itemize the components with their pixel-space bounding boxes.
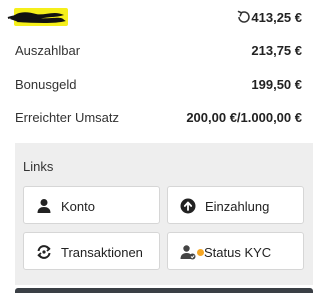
refresh-icon[interactable] — [236, 9, 252, 25]
arrow-up-circle-icon — [180, 198, 196, 214]
transaktionen-button-label: Transaktionen — [61, 245, 143, 260]
transactions-cycle-icon — [37, 245, 51, 259]
links-title: Links — [23, 159, 54, 174]
header: 413,25 € — [0, 0, 317, 36]
links-panel: Links Konto Einzahlung Transaktionen Sta… — [15, 143, 313, 285]
balance-row-bonus: Bonusgeld 199,50 € — [15, 77, 302, 95]
konto-button[interactable]: Konto — [23, 186, 160, 224]
row-value: 199,50 € — [251, 77, 302, 92]
bottom-action-bar[interactable] — [15, 288, 313, 293]
row-value: 200,00 €/1.000,00 € — [186, 110, 302, 125]
transaktionen-button[interactable]: Transaktionen — [23, 232, 160, 270]
redacted-username — [7, 8, 68, 26]
user-check-icon — [180, 245, 196, 260]
einzahlung-button[interactable]: Einzahlung — [167, 186, 304, 224]
row-label: Erreichter Umsatz — [15, 110, 120, 125]
konto-button-label: Konto — [61, 199, 95, 214]
status-kyc-button-label: Status KYC — [204, 245, 272, 260]
row-label: Auszahlbar — [15, 43, 81, 58]
status-kyc-button[interactable]: Status KYC — [167, 232, 304, 270]
einzahlung-button-label: Einzahlung — [205, 199, 270, 214]
balance-row-wagering: Erreichter Umsatz 200,00 €/1.000,00 € — [15, 110, 302, 128]
row-value: 213,75 € — [251, 43, 302, 58]
kyc-status-dot — [197, 249, 204, 256]
total-balance: 413,25 € — [251, 10, 302, 25]
user-icon — [37, 199, 51, 213]
row-label: Bonusgeld — [15, 77, 77, 92]
balance-row-payable: Auszahlbar 213,75 € — [15, 43, 302, 61]
